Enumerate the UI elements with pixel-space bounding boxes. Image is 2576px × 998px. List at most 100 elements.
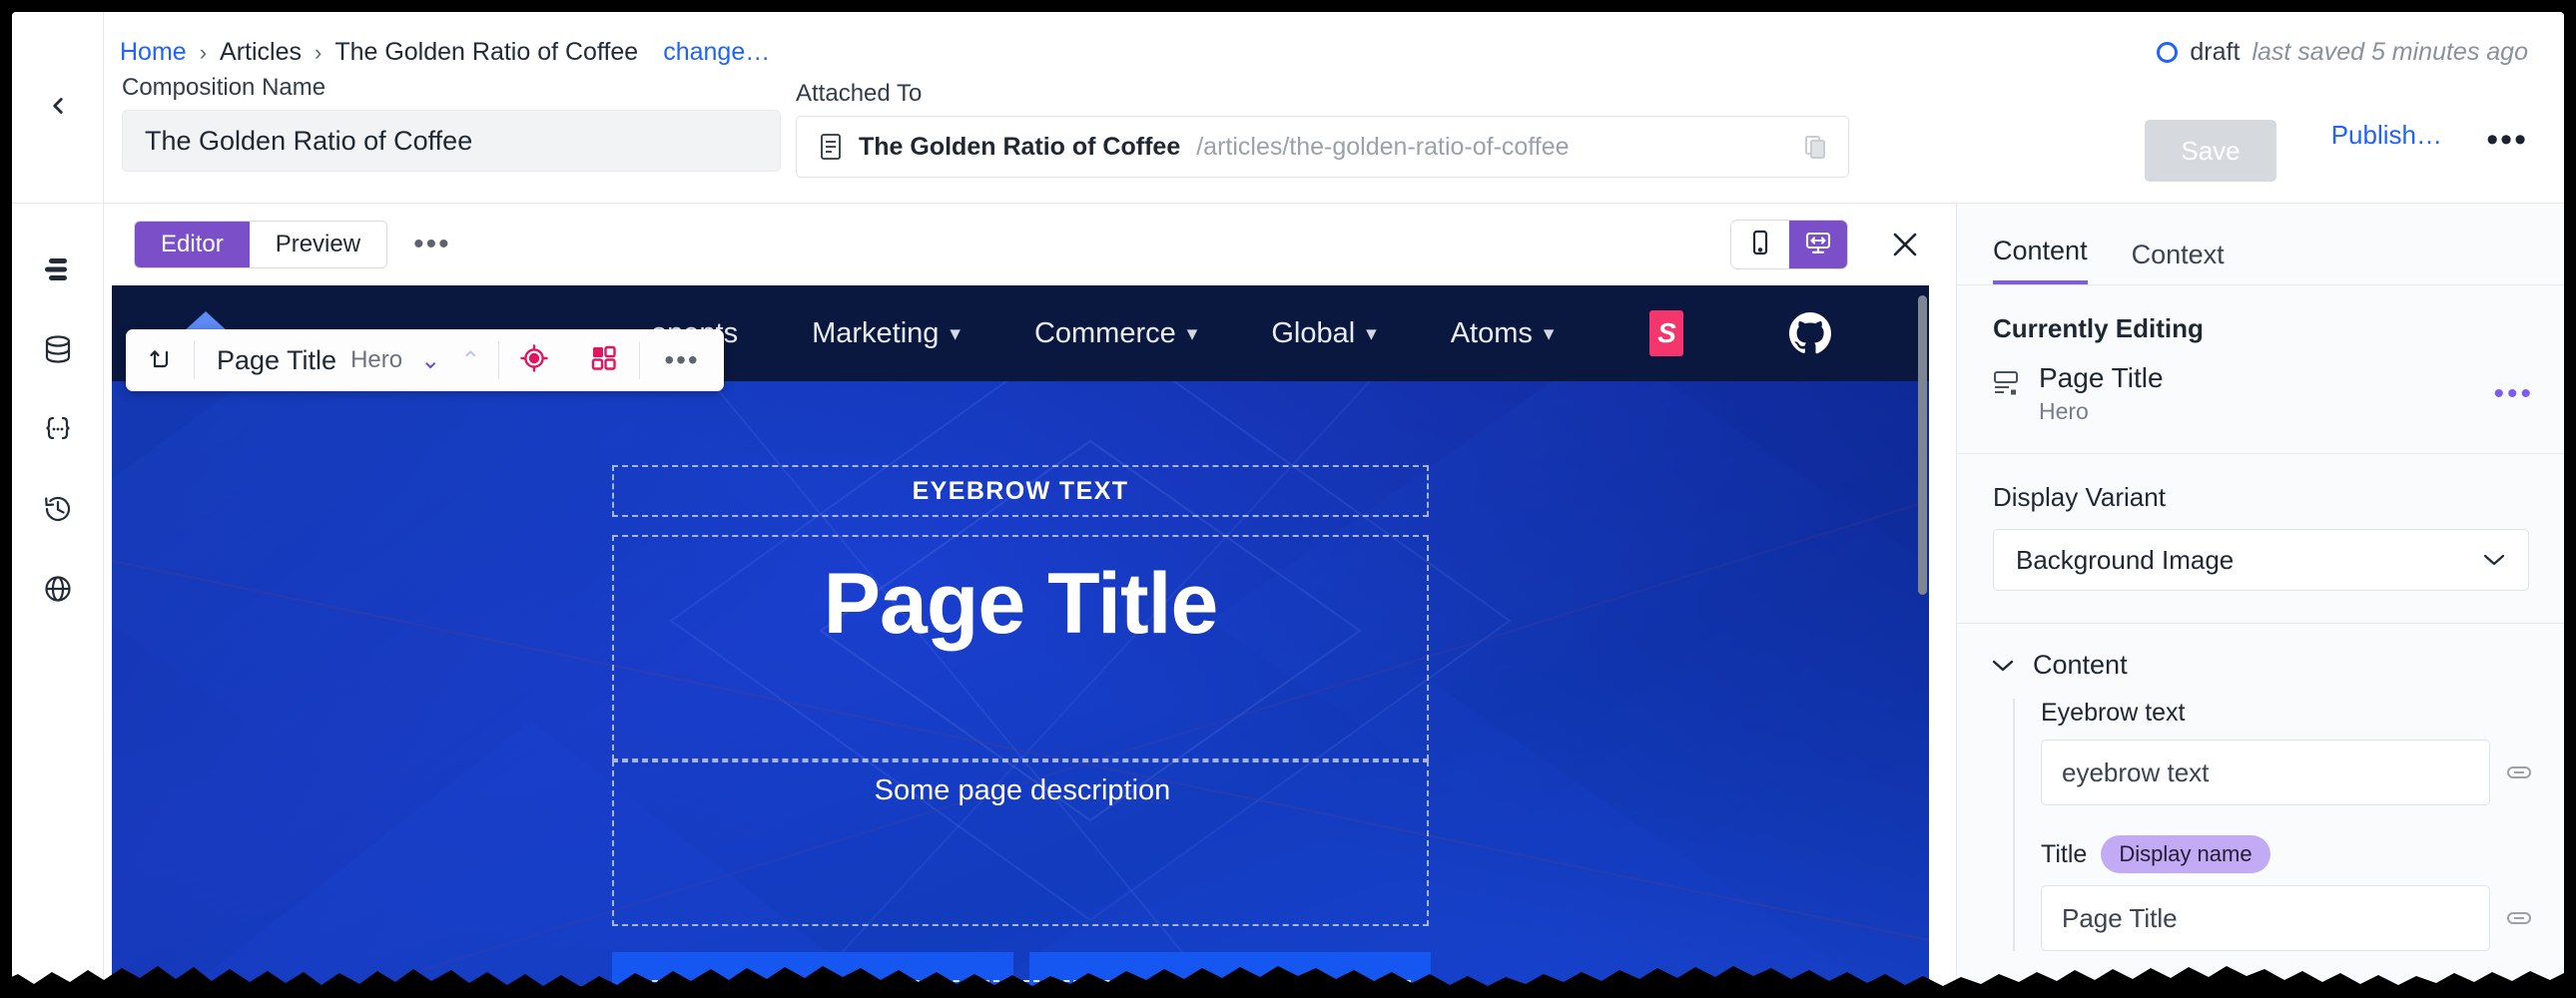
canvas-scrollbar[interactable]	[1918, 295, 1927, 595]
nav-link-global[interactable]: Global ▾	[1271, 317, 1376, 350]
sidebar-item-history[interactable]	[12, 471, 104, 551]
chevron-down-icon	[2482, 546, 2506, 574]
link-icon[interactable]	[2506, 762, 2532, 782]
chevron-down-icon[interactable]: ⌄	[402, 346, 450, 375]
link-icon[interactable]	[2506, 908, 2532, 928]
display-name-badge: Display name	[2101, 835, 2270, 873]
currently-editing-heading: Currently Editing	[1993, 313, 2204, 343]
top-bar: Home › Articles › The Golden Ratio of Co…	[12, 12, 2564, 204]
component-icon	[1993, 370, 2021, 396]
chevron-up-icon[interactable]: ⌃	[450, 346, 498, 375]
breadcrumb-articles[interactable]: Articles	[220, 38, 302, 67]
left-icon-rail	[12, 204, 104, 986]
right-panel: Content Context Currently Editing Page T…	[1956, 204, 2564, 986]
eyebrow-text-label: Eyebrow text	[2041, 699, 2186, 727]
nav-link-atoms[interactable]: Atoms ▾	[1451, 317, 1555, 350]
sidebar-item-data-types[interactable]	[12, 391, 104, 471]
nav-link-label: Global	[1271, 316, 1356, 349]
status-area: draft last saved 5 minutes ago	[2157, 38, 2528, 67]
field-title: Title Display name	[2041, 835, 2564, 951]
hero-cta-group: EYEBROW CTA 1 EYEBROW CTA 2	[612, 952, 1431, 986]
nav-link-label: Commerce	[1033, 316, 1176, 349]
composition-name-label: Composition Name	[122, 74, 326, 101]
curly-braces-icon	[41, 412, 75, 451]
eyebrow-text-input[interactable]	[2041, 740, 2490, 805]
breadcrumb-change-link[interactable]: change…	[663, 38, 770, 67]
attached-to-group: Attached To The Golden Ratio of Coffee /…	[796, 80, 1849, 178]
status-badge: draft	[2190, 38, 2241, 66]
chevron-down-icon: ▾	[1366, 321, 1377, 345]
component-toolbar-name: Page Title	[217, 344, 337, 375]
hero-section: EYEBROW TEXT Page Title Some page descri…	[112, 381, 1929, 986]
github-icon[interactable]	[1787, 310, 1833, 356]
hero-description-slot[interactable]: Some page description	[612, 760, 1429, 926]
display-variant-select[interactable]: Background Image	[1993, 529, 2529, 591]
device-mobile-button[interactable]	[1731, 221, 1789, 268]
copy-icon[interactable]	[1804, 135, 1826, 159]
hero-eyebrow-slot[interactable]: EYEBROW TEXT	[612, 465, 1429, 517]
breadcrumb-separator-2: ›	[314, 39, 322, 65]
field-row	[2041, 740, 2564, 805]
tab-content[interactable]: Content	[1993, 236, 2088, 284]
publish-button[interactable]: Publish…	[2331, 120, 2442, 151]
field-label: Eyebrow text	[2041, 699, 2564, 728]
save-button[interactable]: Save	[2145, 120, 2276, 182]
last-saved-text: last saved 5 minutes ago	[2252, 38, 2528, 66]
nav-link-label: Atoms	[1450, 316, 1533, 349]
hero-cta-2-label: EYEBROW CTA 2	[1029, 980, 1431, 986]
preview-canvas: onents Marketing ▾ Commerce ▾ Global ▾ A…	[112, 285, 1929, 986]
title-input[interactable]	[2041, 885, 2490, 951]
device-toggle-group	[1730, 220, 1848, 269]
tab-context[interactable]: Context	[2132, 240, 2225, 284]
field-label: Title Display name	[2041, 835, 2564, 873]
currently-editing-row: Page Title Hero •••	[1957, 344, 2564, 425]
content-accordion-body: Eyebrow text Title Display name	[2013, 699, 2564, 951]
display-variant-group: Background Image	[1957, 513, 2564, 591]
editor-toolbar: Editor Preview •••	[104, 204, 1956, 285]
component-toolbar-pointer	[184, 311, 228, 331]
title-label: Title	[2041, 839, 2088, 868]
hero-title-slot[interactable]: Page Title	[612, 535, 1429, 760]
tab-preview[interactable]: Preview	[249, 222, 387, 267]
tab-editor[interactable]: Editor	[135, 222, 250, 267]
back-button[interactable]	[12, 12, 104, 204]
hero-cta-button-2[interactable]: EYEBROW CTA 2	[632, 952, 1431, 986]
move-up-button[interactable]	[126, 344, 194, 377]
top-more-button[interactable]: •••	[2486, 123, 2528, 157]
field-row	[2041, 885, 2564, 951]
breadcrumb-home[interactable]: Home	[120, 38, 187, 67]
display-variant-label: Display Variant	[1993, 482, 2166, 512]
composition-name-input[interactable]	[122, 110, 781, 172]
nav-link-commerce[interactable]: Commerce ▾	[1034, 317, 1197, 350]
close-icon[interactable]	[1888, 228, 1922, 261]
move-up-icon	[146, 344, 174, 377]
storybook-badge-icon[interactable]: S	[1649, 310, 1684, 356]
device-responsive-button[interactable]	[1789, 221, 1847, 268]
globe-icon	[41, 572, 75, 611]
layers-list-icon	[41, 252, 75, 291]
duplicate-icon	[589, 343, 619, 378]
attached-to-box[interactable]: The Golden Ratio of Coffee /articles/the…	[796, 116, 1849, 178]
currently-editing-more-button[interactable]: •••	[2493, 379, 2534, 409]
chevron-down-icon: ▾	[1186, 321, 1198, 345]
attached-to-title: The Golden Ratio of Coffee	[859, 132, 1181, 161]
content-accordion-header[interactable]: Content	[1957, 624, 2564, 681]
duplicate-component-button[interactable]	[569, 343, 639, 378]
sidebar-item-entries[interactable]	[12, 311, 104, 391]
history-clock-icon	[41, 492, 75, 531]
locate-component-button[interactable]	[499, 343, 569, 378]
chevron-down-icon	[1991, 652, 2015, 680]
field-eyebrow-text: Eyebrow text	[2041, 699, 2564, 805]
breadcrumb-current: The Golden Ratio of Coffee	[334, 38, 639, 66]
responsive-desktop-icon	[1803, 228, 1833, 262]
component-toolbar-type: Hero	[350, 346, 403, 373]
nav-link-marketing[interactable]: Marketing ▾	[812, 317, 961, 350]
toolbar-more-button[interactable]: •••	[413, 230, 451, 259]
component-toolbar-more-button[interactable]: •••	[640, 346, 723, 374]
chevron-down-icon: ▾	[1543, 321, 1555, 345]
sidebar-item-compositions[interactable]	[12, 232, 104, 311]
draft-status-ring-icon	[2157, 42, 2179, 63]
display-variant-value: Background Image	[2016, 544, 2235, 575]
sidebar-item-locales[interactable]	[12, 551, 104, 631]
nav-link-label: Marketing	[812, 316, 940, 349]
